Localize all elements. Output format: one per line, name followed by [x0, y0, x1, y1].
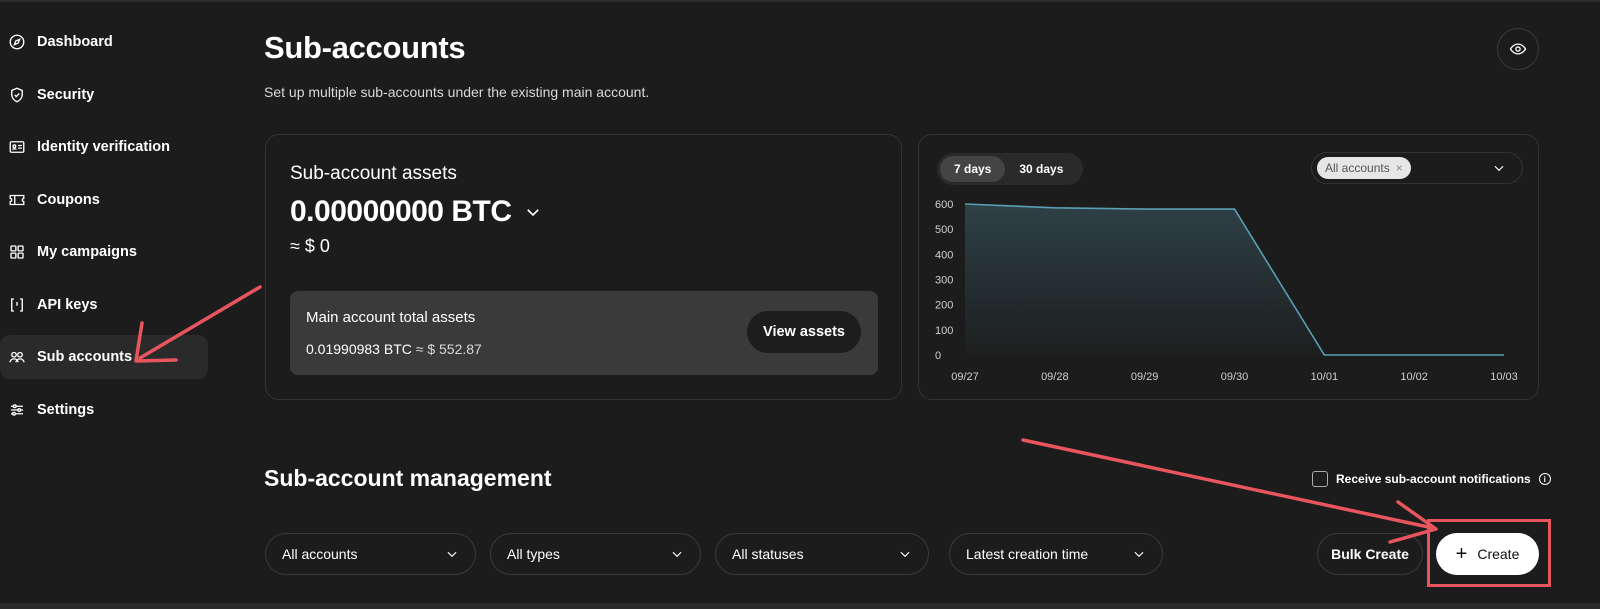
filter-statuses[interactable]: All statuses [715, 533, 929, 575]
eye-icon [1509, 43, 1527, 55]
assets-label: Sub-account assets [290, 163, 457, 184]
sidebar-item-label: Sub accounts [37, 349, 133, 365]
y-tick-label: 200 [935, 300, 953, 312]
view-assets-button[interactable]: View assets [747, 311, 861, 353]
filter-label: All statuses [732, 546, 804, 562]
annotation-highlight-box [1427, 519, 1551, 587]
notifications-label: Receive sub-account notifications [1336, 472, 1531, 486]
page-title: Sub-accounts [264, 30, 466, 65]
sidebar-item-settings[interactable]: Settings [0, 388, 208, 432]
sidebar-item-my-campaigns[interactable]: My campaigns [0, 230, 208, 274]
filter-label: All accounts [282, 546, 358, 562]
x-tick-label: 09/28 [1041, 371, 1069, 383]
checkbox[interactable] [1312, 471, 1328, 487]
filter-types[interactable]: All types [490, 533, 701, 575]
sidebar-item-label: Dashboard [37, 34, 113, 50]
main-account-btc: 0.01990983 BTC [306, 341, 412, 357]
main-account-usd: ≈ $ 552.87 [415, 341, 482, 357]
data-point[interactable] [1052, 205, 1058, 211]
sidebar-item-label: Settings [37, 401, 95, 418]
compass-icon [7, 32, 27, 52]
asset-history-chart-card: 0 100 200 300 400 500 600 09/27 09/28 09/29 09/30 1… [918, 134, 1539, 400]
filter-accounts[interactable]: All accounts [265, 533, 476, 575]
page-subtitle: Set up multiple sub-accounts under the e… [264, 84, 650, 100]
x-tick-label: 10/02 [1400, 371, 1428, 383]
series-area [965, 204, 1504, 355]
id-card-icon [7, 137, 27, 157]
tab-7-days[interactable]: 7 days [940, 156, 1006, 182]
account-chip: All accounts × [1317, 157, 1411, 179]
data-point[interactable] [1142, 206, 1148, 212]
x-tick-label: 10/01 [1311, 371, 1339, 383]
filter-label: All types [507, 546, 560, 562]
info-icon[interactable]: i [1538, 473, 1551, 485]
close-icon[interactable]: × [1396, 161, 1403, 175]
sidebar-item-security[interactable]: Security [0, 73, 208, 117]
y-tick-label: 100 [935, 325, 953, 337]
data-point[interactable] [1232, 206, 1238, 212]
tab-30-days[interactable]: 30 days [1005, 156, 1077, 182]
assets-usd-value: ≈ $ 0 [290, 236, 330, 256]
sidebar-item-api-keys[interactable]: API keys [0, 283, 208, 327]
sidebar-item-label: My campaigns [37, 244, 137, 260]
account-filter-select[interactable]: All accounts × [1311, 152, 1523, 184]
chevron-down-icon [445, 547, 459, 564]
y-tick-label: 400 [935, 249, 953, 261]
chevron-down-icon [1492, 161, 1506, 180]
sidebar-item-sub-accounts[interactable]: Sub accounts [0, 335, 208, 379]
bulk-create-button[interactable]: Bulk Create [1317, 533, 1423, 575]
sidebar-item-coupons[interactable]: Coupons [0, 178, 208, 222]
account-chip-label: All accounts [1325, 161, 1390, 175]
filter-label: Latest creation time [966, 546, 1089, 562]
sub-account-assets-card: Sub-account assets 0.00000000 BTC ≈ $ 0 … [265, 134, 902, 400]
main-account-assets-panel: Main account total assets 0.01990983 BTC… [290, 291, 878, 375]
x-tick-label: 10/03 [1490, 371, 1518, 383]
chevron-down-icon [526, 209, 539, 217]
assets-value: 0.00000000 BTC [290, 195, 542, 229]
sidebar-item-dashboard[interactable]: Dashboard [0, 20, 208, 64]
shield-icon [7, 85, 27, 105]
section-title: Sub-account management [264, 465, 552, 491]
main-account-label: Main account total assets [306, 309, 476, 326]
sidebar-item-label: Coupons [37, 191, 100, 208]
chevron-down-icon [898, 547, 912, 564]
app-window: Dashboard Security Identity verification… [0, 0, 1600, 609]
bracket-icon [7, 295, 27, 315]
assets-value-text: 0.00000000 BTC [290, 195, 512, 228]
grid-icon [7, 242, 27, 262]
x-tick-label: 09/29 [1131, 371, 1159, 383]
y-tick-label: 600 [935, 199, 953, 211]
y-tick-label: 300 [935, 275, 953, 287]
main-account-value: 0.01990983 BTC ≈ $ 552.87 [306, 341, 482, 357]
sidebar-item-label: Security [37, 86, 95, 103]
y-tick-label: 500 [935, 224, 953, 236]
filter-sort-creation-time[interactable]: Latest creation time [949, 533, 1163, 575]
toggle-visibility-button[interactable] [1497, 28, 1539, 70]
chevron-down-icon [670, 547, 684, 564]
sidebar-item-label: Identity verification [37, 139, 170, 155]
chevron-down-icon [1132, 547, 1146, 564]
data-point[interactable] [1411, 352, 1417, 358]
data-point[interactable] [1501, 352, 1507, 358]
sidebar-item-identity-verification[interactable]: Identity verification [0, 125, 208, 169]
y-tick-label: 0 [935, 350, 941, 362]
sliders-icon [7, 400, 27, 420]
notifications-checkbox[interactable]: Receive sub-account notifications i [1312, 471, 1551, 487]
sidebar-item-label: API keys [37, 296, 98, 313]
users-icon [7, 347, 27, 367]
x-tick-label: 09/30 [1221, 371, 1249, 383]
sidebar: Dashboard Security Identity verification… [0, 20, 212, 440]
data-point[interactable] [962, 201, 968, 207]
range-tabs: 7 days 30 days [937, 153, 1083, 185]
currency-dropdown-toggle[interactable] [524, 195, 542, 229]
ticket-icon [7, 190, 27, 210]
data-point[interactable] [1321, 352, 1327, 358]
x-tick-label: 09/27 [951, 371, 979, 383]
